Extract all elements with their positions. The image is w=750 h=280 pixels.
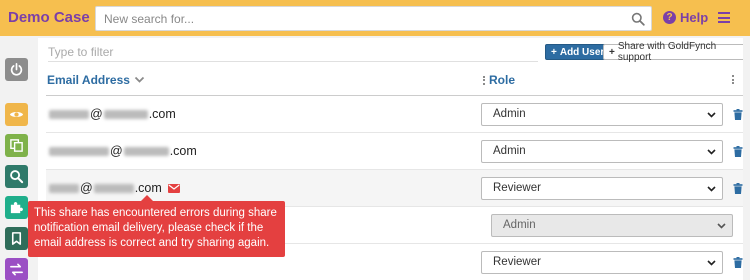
- copy-icon: [10, 139, 23, 152]
- search-icon[interactable]: [631, 12, 645, 26]
- email-at: @: [80, 181, 93, 195]
- eye-icon: [9, 112, 24, 117]
- email-domain-end: .com: [134, 181, 162, 195]
- email-at: @: [110, 144, 123, 158]
- email-domain-end: .com: [148, 107, 176, 121]
- share-with-support-button[interactable]: + Share with GoldFynch support: [603, 41, 750, 63]
- table-row: @ .com Admin: [46, 96, 746, 133]
- redacted-text: [93, 183, 134, 193]
- role-select[interactable]: Admin: [481, 103, 723, 126]
- user-email: @ .com: [48, 107, 176, 121]
- trash-icon[interactable]: [733, 183, 743, 194]
- filter-input[interactable]: [48, 43, 348, 61]
- column-header-role[interactable]: Role: [483, 73, 515, 87]
- power-button[interactable]: [5, 58, 28, 81]
- column-header-email[interactable]: Email Address: [47, 73, 145, 87]
- chevron-down-icon: [707, 186, 716, 192]
- tooltip-text: This share has encountered errors during…: [34, 207, 277, 249]
- role-select[interactable]: Reviewer: [481, 251, 723, 274]
- role-value: Reviewer: [493, 256, 541, 268]
- hamburger-menu-icon[interactable]: [718, 12, 730, 23]
- chevron-down-icon: [717, 223, 726, 229]
- top-header: Demo Case ? Help: [0, 0, 750, 36]
- user-email: @ .com: [48, 181, 180, 195]
- plus-icon: +: [609, 46, 615, 58]
- trash-icon[interactable]: [733, 109, 743, 120]
- role-value: Admin: [493, 145, 526, 157]
- chevron-down-icon: [707, 149, 716, 155]
- question-circle-icon: ?: [663, 11, 676, 24]
- sidebar-extensions-button[interactable]: [5, 196, 28, 219]
- sidebar-copy-button[interactable]: [5, 134, 28, 157]
- vertical-scrollbar[interactable]: [743, 38, 750, 280]
- help-link[interactable]: ? Help: [663, 10, 708, 25]
- redacted-text: [49, 146, 109, 156]
- plus-icon: +: [551, 46, 557, 58]
- power-icon: [10, 63, 23, 76]
- sidebar-view-button[interactable]: [5, 103, 28, 126]
- email-at: @: [90, 107, 103, 121]
- sidebar-transfer-button[interactable]: [5, 258, 28, 280]
- redacted-text: [123, 146, 169, 156]
- role-value: Admin: [503, 219, 536, 231]
- search-input[interactable]: [104, 11, 624, 27]
- share-support-label: Share with GoldFynch support: [617, 41, 717, 63]
- trash-icon[interactable]: [733, 146, 743, 157]
- role-value: Reviewer: [493, 182, 541, 194]
- bookmark-icon: [11, 232, 22, 245]
- role-select[interactable]: Admin: [481, 140, 723, 163]
- chevron-down-icon: [134, 76, 145, 83]
- puzzle-icon: [10, 202, 23, 214]
- envelope-error-icon[interactable]: [167, 183, 180, 193]
- email-column-label: Email Address: [47, 73, 130, 87]
- add-user-label: Add User: [559, 46, 605, 58]
- search-icon: [10, 170, 24, 184]
- redacted-text: [103, 109, 148, 119]
- filter-underline: [48, 61, 538, 62]
- table-row: @ .com Admin: [46, 133, 746, 170]
- column-options-icon[interactable]: [483, 75, 485, 85]
- chevron-down-icon: [707, 260, 716, 266]
- global-search-box[interactable]: [95, 6, 652, 31]
- add-user-button[interactable]: + Add User: [545, 44, 611, 60]
- redacted-text: [49, 109, 89, 119]
- trash-icon[interactable]: [733, 257, 743, 268]
- email-domain-end: .com: [169, 144, 197, 158]
- sidebar-search-button[interactable]: [5, 165, 28, 188]
- user-email: @ .com: [48, 144, 197, 158]
- role-column-label: Role: [489, 73, 516, 87]
- role-value: Admin: [493, 108, 526, 120]
- error-tooltip: This share has encountered errors during…: [28, 201, 285, 257]
- help-label: Help: [680, 10, 709, 25]
- app-title[interactable]: Demo Case: [8, 9, 90, 26]
- role-select: Admin: [491, 214, 733, 237]
- role-select[interactable]: Reviewer: [481, 177, 723, 200]
- table-options-icon[interactable]: [732, 75, 734, 84]
- sidebar-bookmark-button[interactable]: [5, 227, 28, 250]
- swap-icon: [10, 263, 23, 276]
- chevron-down-icon: [707, 112, 716, 118]
- redacted-text: [49, 183, 79, 193]
